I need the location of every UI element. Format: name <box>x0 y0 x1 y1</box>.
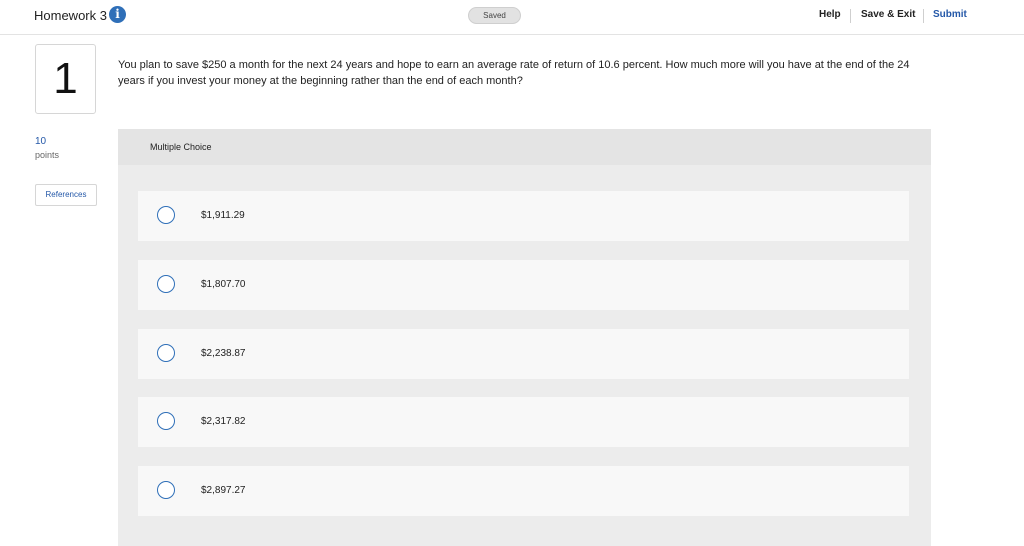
references-button[interactable]: References <box>35 184 97 206</box>
multiple-choice-header: Multiple Choice <box>118 129 931 165</box>
multiple-choice-label: Multiple Choice <box>150 142 212 152</box>
divider <box>850 9 851 23</box>
submit-button[interactable]: Submit <box>933 9 967 20</box>
question-text: You plan to save $250 a month for the ne… <box>118 59 910 87</box>
answer-option-1[interactable]: $1,911.29 <box>138 191 909 241</box>
question-number: 1 <box>35 44 96 114</box>
info-icon[interactable]: i <box>109 6 126 23</box>
answer-option-2[interactable]: $1,807.70 <box>138 260 909 310</box>
answer-option-3[interactable]: $2,238.87 <box>138 329 909 379</box>
saved-status-badge: Saved <box>468 7 521 24</box>
answer-option-5[interactable]: $2,897.27 <box>138 466 909 516</box>
radio-button[interactable] <box>157 344 175 362</box>
option-label: $1,911.29 <box>201 210 245 221</box>
save-exit-button[interactable]: Save & Exit <box>861 9 915 20</box>
multiple-choice-panel: Multiple Choice $1,911.29 $1,807.70 $2,2… <box>118 129 931 546</box>
answer-option-4[interactable]: $2,317.82 <box>138 397 909 447</box>
option-label: $2,317.82 <box>201 416 246 427</box>
points-label: points <box>35 150 60 160</box>
option-label: $2,897.27 <box>201 485 246 496</box>
top-bar: Homework 3 i Saved Help Save & Exit Subm… <box>0 0 1024 35</box>
assignment-title: Homework 3 <box>34 8 107 23</box>
radio-button[interactable] <box>157 206 175 224</box>
radio-button[interactable] <box>157 412 175 430</box>
radio-button[interactable] <box>157 481 175 499</box>
help-link[interactable]: Help <box>819 9 841 20</box>
radio-button[interactable] <box>157 275 175 293</box>
option-label: $1,807.70 <box>201 279 246 290</box>
points-value: 10 <box>35 136 47 147</box>
option-label: $2,238.87 <box>201 348 246 359</box>
divider <box>923 9 924 23</box>
